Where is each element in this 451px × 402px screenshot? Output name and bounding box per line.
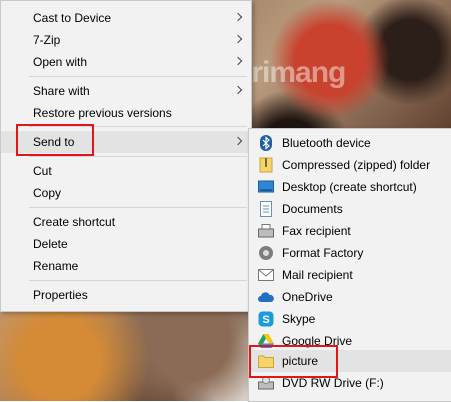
- submenu-item-format-factory[interactable]: Format Factory: [249, 242, 451, 264]
- menu-item-delete[interactable]: Delete: [1, 233, 251, 255]
- menu-item-properties[interactable]: Properties: [1, 284, 251, 306]
- submenu-item-mail-recipient[interactable]: Mail recipient: [249, 264, 451, 286]
- chevron-right-icon: [233, 34, 243, 44]
- chevron-right-icon: [233, 12, 243, 22]
- zip-folder-icon: [258, 157, 274, 173]
- chevron-right-icon: [233, 56, 243, 66]
- submenu-item-label: Fax recipient: [282, 224, 351, 238]
- submenu-item-label: Skype: [282, 312, 316, 326]
- menu-separator: [29, 76, 247, 77]
- submenu-item-label: OneDrive: [282, 290, 333, 304]
- submenu-item-label: Desktop (create shortcut): [282, 180, 417, 194]
- menu-item-7zip[interactable]: 7-Zip: [1, 29, 251, 51]
- submenu-item-label: Compressed (zipped) folder: [282, 158, 431, 172]
- menu-item-restore-previous-versions[interactable]: Restore previous versions: [1, 102, 251, 124]
- send-to-highlight-box: [16, 124, 94, 156]
- submenu-item-bluetooth[interactable]: Bluetooth device: [249, 132, 451, 154]
- menu-separator: [29, 280, 247, 281]
- submenu-item-label: Format Factory: [282, 246, 364, 260]
- format-factory-icon: [258, 245, 274, 261]
- menu-item-label: Create shortcut: [33, 215, 116, 229]
- chevron-right-icon: [233, 136, 243, 146]
- submenu-item-label: Mail recipient: [282, 268, 353, 282]
- menu-item-open-with[interactable]: Open with: [1, 51, 251, 73]
- menu-separator: [29, 156, 247, 157]
- menu-item-cast-to-device[interactable]: Cast to Device: [1, 7, 251, 29]
- submenu-item-label: Bluetooth device: [282, 136, 371, 150]
- menu-item-label: Cast to Device: [33, 11, 112, 25]
- menu-item-label: Share with: [33, 84, 90, 98]
- menu-item-label: 7-Zip: [33, 33, 61, 47]
- mail-icon: [258, 267, 274, 283]
- fax-icon: [258, 223, 274, 239]
- menu-item-label: Restore previous versions: [33, 106, 172, 120]
- menu-item-label: Delete: [33, 237, 68, 251]
- submenu-item-documents[interactable]: Documents: [249, 198, 451, 220]
- bluetooth-icon: [258, 135, 274, 151]
- chevron-right-icon: [233, 85, 243, 95]
- menu-separator: [29, 207, 247, 208]
- submenu-item-skype[interactable]: S Skype: [249, 308, 451, 330]
- menu-item-label: Cut: [33, 164, 52, 178]
- menu-item-label: Open with: [33, 55, 88, 69]
- submenu-item-fax[interactable]: Fax recipient: [249, 220, 451, 242]
- submenu-item-onedrive[interactable]: OneDrive: [249, 286, 451, 308]
- submenu-item-desktop[interactable]: Desktop (create shortcut): [249, 176, 451, 198]
- context-menu: Cast to Device 7-Zip Open with Share wit…: [0, 0, 252, 312]
- onedrive-icon: [258, 289, 274, 305]
- submenu-item-compressed-folder[interactable]: Compressed (zipped) folder: [249, 154, 451, 176]
- menu-item-share-with[interactable]: Share with: [1, 80, 251, 102]
- menu-item-label: Properties: [33, 288, 88, 302]
- menu-item-label: Rename: [33, 259, 79, 273]
- skype-icon: S: [258, 311, 274, 327]
- menu-item-create-shortcut[interactable]: Create shortcut: [1, 211, 251, 233]
- documents-icon: [258, 201, 274, 217]
- menu-item-rename[interactable]: Rename: [1, 255, 251, 277]
- picture-highlight-box: [249, 345, 338, 378]
- submenu-item-label: Documents: [282, 202, 343, 216]
- menu-item-copy[interactable]: Copy: [1, 182, 251, 204]
- menu-item-cut[interactable]: Cut: [1, 160, 251, 182]
- desktop-icon: [258, 179, 274, 195]
- svg-text:S: S: [262, 314, 269, 326]
- menu-item-label: Copy: [33, 186, 62, 200]
